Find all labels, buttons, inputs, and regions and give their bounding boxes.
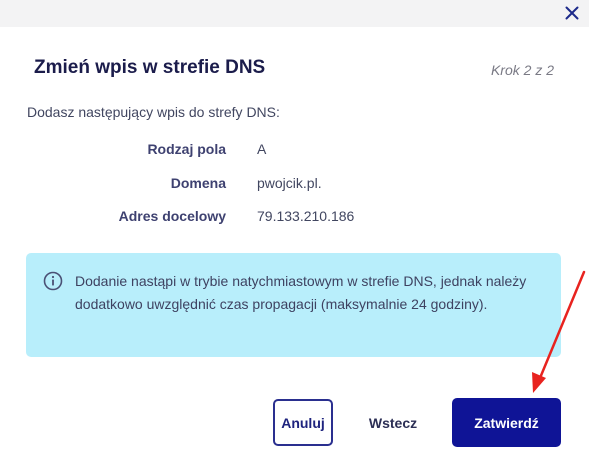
cancel-button[interactable]: Anuluj [273,399,333,446]
record-value: 79.133.210.186 [257,208,355,224]
info-box: Dodanie nastąpi w trybie natychmiastowym… [26,253,561,357]
record-label: Adres docelowy [118,208,226,224]
close-icon [565,6,579,20]
info-text: Dodanie nastąpi w trybie natychmiastowym… [75,273,527,312]
dialog-top-bar [0,0,589,27]
record-label: Rodzaj pola [147,141,226,157]
info-icon [43,271,63,291]
intro-text: Dodasz następujący wpis do strefy DNS: [27,104,280,120]
record-row-domain: Domena pwojcik.pl. [0,175,589,195]
dialog-title: Zmień wpis w strefie DNS [34,57,266,78]
close-button[interactable] [561,2,583,24]
step-indicator: Krok 2 z 2 [490,62,554,78]
back-button[interactable]: Wstecz [359,399,427,446]
record-value: A [257,141,267,157]
record-row-target: Adres docelowy 79.133.210.186 [0,208,589,228]
record-label: Domena [170,175,226,191]
record-value: pwojcik.pl. [257,175,322,191]
record-row-type: Rodzaj pola A [0,141,589,161]
confirm-button[interactable]: Zatwierdź [452,398,561,447]
